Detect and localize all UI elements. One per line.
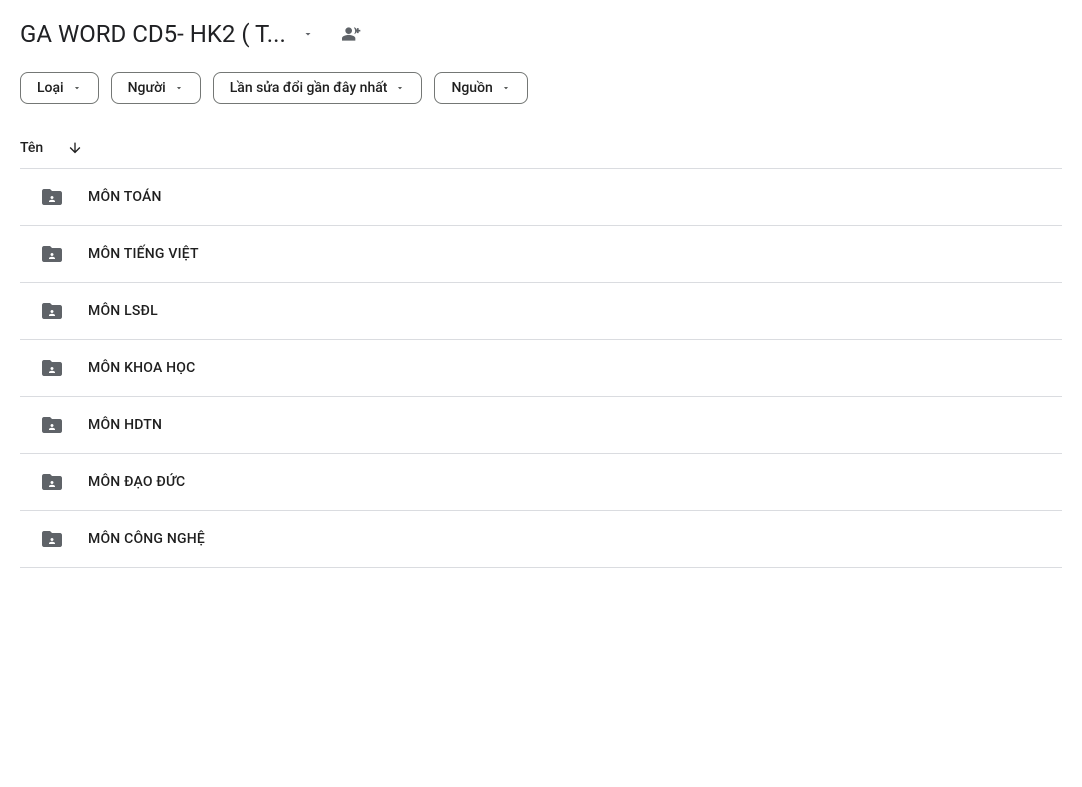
shared-folder-icon [40,185,64,209]
filter-modified-label: Lần sửa đổi gần đây nhất [230,80,388,96]
folder-row[interactable]: MÔN CÔNG NGHỆ [20,511,1062,568]
caret-down-icon [395,83,405,93]
caret-down-icon [501,83,511,93]
folder-row[interactable]: MÔN KHOA HỌC [20,340,1062,397]
header: GA WORD CD5- HK2 ( T... [20,20,1062,48]
filter-modified[interactable]: Lần sửa đổi gần đây nhất [213,72,423,104]
shared-folder-icon [40,470,64,494]
folder-row[interactable]: MÔN ĐẠO ĐỨC [20,454,1062,511]
caret-down-icon [72,83,82,93]
folder-row[interactable]: MÔN TIẾNG VIỆT [20,226,1062,283]
folder-name: MÔN TIẾNG VIỆT [88,246,199,262]
arrow-down-icon[interactable] [67,140,83,156]
column-name-header[interactable]: Tên [20,140,43,156]
folder-name: MÔN KHOA HỌC [88,360,195,376]
folder-row[interactable]: MÔN LSĐL [20,283,1062,340]
folder-name: MÔN HDTN [88,417,162,433]
filter-source[interactable]: Nguồn [434,72,527,104]
folder-name: MÔN ĐẠO ĐỨC [88,474,185,490]
shared-folder-icon [40,356,64,380]
filter-people[interactable]: Người [111,72,201,104]
shared-folder-icon [40,242,64,266]
folder-name: MÔN CÔNG NGHỆ [88,531,205,547]
filter-source-label: Nguồn [451,80,492,96]
filter-type-label: Loại [37,80,64,96]
column-header: Tên [20,132,1062,169]
folder-row[interactable]: MÔN HDTN [20,397,1062,454]
shared-folder-icon [40,299,64,323]
caret-down-icon [174,83,184,93]
filter-row: Loại Người Lần sửa đổi gần đây nhất Nguồ… [20,72,1062,104]
shared-folder-icon [40,527,64,551]
share-people-icon[interactable] [342,24,362,44]
file-list: MÔN TOÁN MÔN TIẾNG VIỆT MÔN LSĐL MÔN KHO… [20,169,1062,568]
folder-row[interactable]: MÔN TOÁN [20,169,1062,226]
folder-name: MÔN TOÁN [88,189,162,205]
filter-type[interactable]: Loại [20,72,99,104]
page-title: GA WORD CD5- HK2 ( T... [20,20,286,48]
title-dropdown-icon[interactable] [302,28,314,40]
filter-people-label: Người [128,80,166,96]
folder-name: MÔN LSĐL [88,303,158,319]
shared-folder-icon [40,413,64,437]
